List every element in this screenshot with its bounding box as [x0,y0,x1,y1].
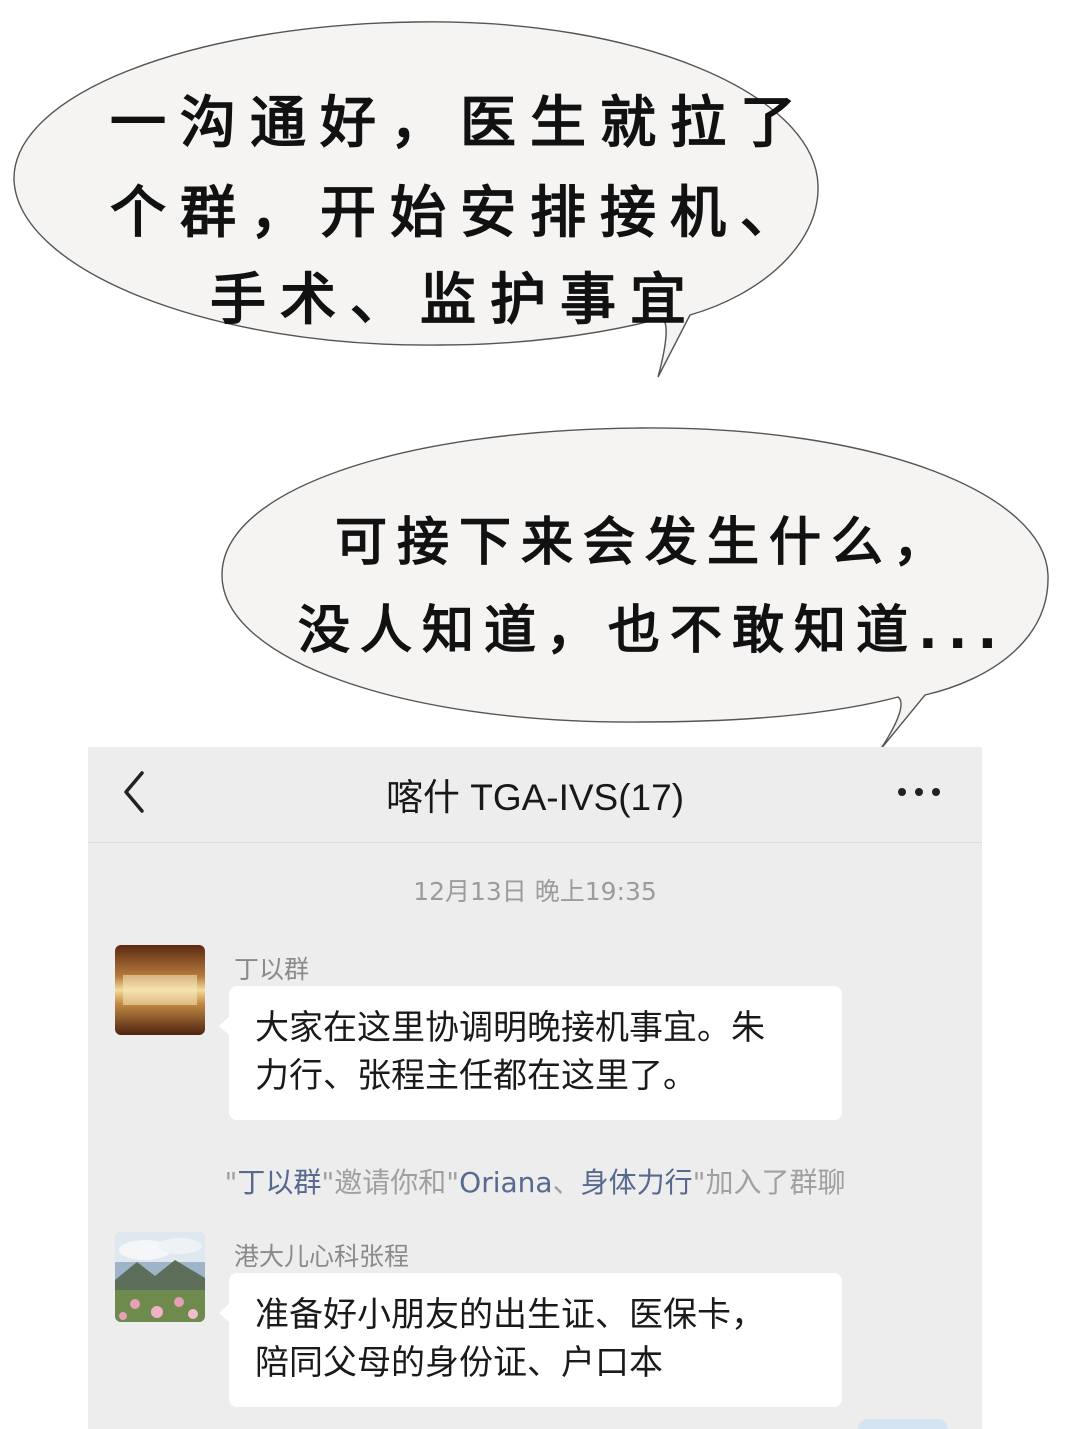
system-notice-invitee-link[interactable]: 身体力行 [581,1166,693,1199]
message-timestamp: 12月13日 晚上19:35 [413,877,657,906]
message-bubble[interactable]: 准备好小朋友的出生证、医保卡， 陪同父母的身份证、户口本 [219,1273,842,1407]
system-notice-quote: " [224,1166,238,1199]
system-notice-inviter-link[interactable]: 丁以群 [237,1166,321,1199]
system-notice-invitee-link[interactable]: Oriana [459,1166,552,1199]
bottom-partial-bubble [858,1419,948,1429]
message-line: 大家在这里协调明晚接机事宜。朱 [255,1008,765,1048]
system-notice: "丁以群"邀请你和"Oriana、身体力行"加入了群聊 [88,1161,982,1201]
avatar[interactable] [115,1232,205,1322]
sender-name: 丁以群 [234,955,310,984]
more-dots-icon[interactable] [894,777,944,807]
bubble-bottom-line-2: 没人知道，也不敢知道... [298,601,1008,661]
sender-name: 港大儿心科张程 [234,1242,410,1271]
avatar-image [115,945,205,1035]
system-notice-separator: 、 [552,1166,581,1199]
message-line: 力行、张程主任都在这里了。 [255,1056,697,1096]
bubble-top-line-1: 一沟通好，医生就拉了 [110,91,810,156]
avatar-image [115,1232,205,1322]
chat-title: 喀什 TGA-IVS(17) [385,777,685,818]
bubble-top-line-2: 个群，开始安排接机、 [110,181,810,246]
message-line: 陪同父母的身份证、户口本 [255,1343,663,1383]
bubble-top-line-3: 手术、监护事宜 [210,268,700,333]
chat-header: 喀什 TGA-IVS(17) [88,747,982,843]
system-notice-tail: "加入了群聊 [692,1166,846,1199]
system-notice-text: "邀请你和" [321,1166,460,1199]
avatar[interactable] [115,945,205,1035]
bubble-bottom-line-1: 可接下来会发生什么， [335,513,956,573]
message-line: 准备好小朋友的出生证、医保卡， [255,1295,765,1335]
message-bubble[interactable]: 大家在这里协调明晚接机事宜。朱 力行、张程主任都在这里了。 [219,986,842,1120]
chat-window: 喀什 TGA-IVS(17) 12月13日 晚上19:35 丁以群 大家在这里协… [88,747,982,1429]
